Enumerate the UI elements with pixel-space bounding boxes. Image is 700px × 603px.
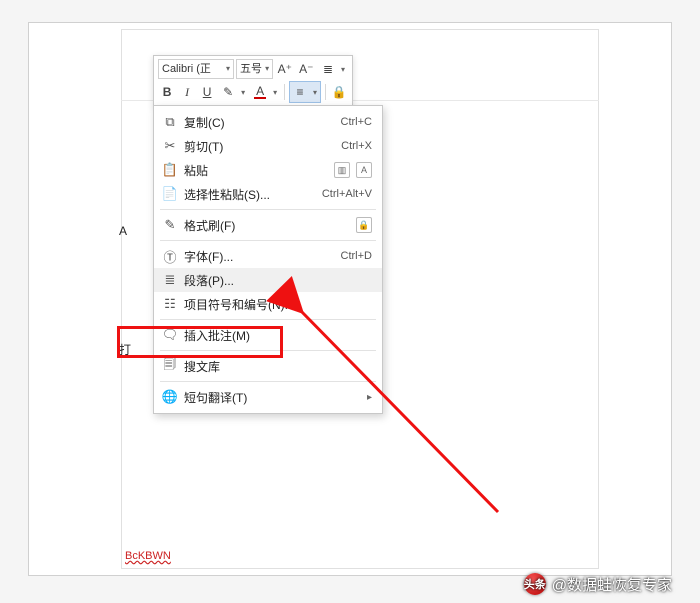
underline-button[interactable]: U [198, 82, 216, 102]
menu-search-library[interactable]: 🗐 搜文库 [154, 354, 382, 378]
decrease-font-button[interactable]: A⁻ [297, 59, 316, 79]
app-frame: BcKBWN Calibri (正 ▾ 五号 ▾ A⁺ A⁻ ≣ ▾ B I U [28, 22, 672, 576]
chevron-down-icon: ▾ [270, 82, 280, 102]
menu-paragraph[interactable]: ≣ 段落(P)... [154, 268, 382, 292]
font-color-dropdown[interactable]: A ▾ [250, 82, 280, 102]
increase-font-button[interactable]: A⁺ [275, 59, 294, 79]
margin-glyph: A [119, 224, 127, 238]
paragraph-icon: ≣ [160, 270, 180, 290]
margin-glyph: 打 [119, 341, 131, 358]
mini-toolbar: Calibri (正 ▾ 五号 ▾ A⁺ A⁻ ≣ ▾ B I U ✎ ▾ A [153, 55, 353, 107]
credit-text: @数据蛙恢复专家 [552, 574, 672, 595]
paste-special-icon: 📄 [160, 184, 180, 204]
font-name-dropdown[interactable]: Calibri (正 ▾ [158, 59, 234, 79]
menu-paste-special[interactable]: 📄 选择性粘贴(S)... Ctrl+Alt+V [154, 182, 382, 206]
menu-separator [160, 350, 376, 351]
chevron-down-icon: ▾ [265, 60, 269, 78]
bullets-dropdown[interactable]: ≣ ▾ [318, 59, 348, 79]
line-spacing-icon: ≡ [290, 82, 310, 102]
chevron-down-icon: ▾ [338, 59, 348, 79]
font-icon: Ⓣ [160, 246, 180, 266]
paste-option-icon[interactable]: ▥ [334, 162, 350, 178]
page-bottom-label: BcKBWN [122, 550, 171, 562]
cut-icon: ✂ [160, 136, 180, 156]
menu-copy[interactable]: ⧉ 复制(C) Ctrl+C [154, 110, 382, 134]
highlight-icon: ✎ [218, 82, 238, 102]
format-lock-button[interactable]: 🔒 [330, 82, 348, 102]
bold-button[interactable]: B [158, 82, 176, 102]
watermark-credit: 头条 @数据蛙恢复专家 [524, 573, 672, 595]
menu-paste[interactable]: 📋 粘贴 ▥ A [154, 158, 382, 182]
separator [325, 84, 326, 100]
submenu-arrow-icon: ▸ [361, 392, 372, 403]
font-name-value: Calibri (正 [162, 60, 211, 78]
bullets-icon: ☷ [160, 294, 180, 314]
copy-icon: ⧉ [160, 112, 180, 132]
context-menu: ⧉ 复制(C) Ctrl+C ✂ 剪切(T) Ctrl+X 📋 粘贴 ▥ A 📄… [153, 105, 383, 414]
paste-icon: 📋 [160, 160, 180, 180]
chevron-down-icon: ▾ [238, 82, 248, 102]
menu-insert-comment[interactable]: 🗨 插入批注(M) [154, 323, 382, 347]
chevron-down-icon: ▾ [310, 82, 320, 102]
menu-bullets-numbering[interactable]: ☷ 项目符号和编号(N)... [154, 292, 382, 316]
format-lock-icon[interactable]: 🔒 [356, 217, 372, 233]
font-size-value: 五号 [240, 60, 262, 78]
toutiao-logo-icon: 头条 [524, 573, 546, 595]
paste-option-text-icon[interactable]: A [356, 162, 372, 178]
menu-format-painter[interactable]: ✎ 格式刷(F) 🔒 [154, 213, 382, 237]
translate-icon: 🌐 [160, 387, 180, 407]
font-size-dropdown[interactable]: 五号 ▾ [236, 59, 273, 79]
highlight-dropdown[interactable]: ✎ ▾ [218, 82, 248, 102]
menu-separator [160, 381, 376, 382]
menu-separator [160, 209, 376, 210]
menu-translate[interactable]: 🌐 短句翻译(T) ▸ [154, 385, 382, 409]
format-painter-icon: ✎ [160, 215, 180, 235]
menu-separator [160, 240, 376, 241]
bullets-icon: ≣ [318, 59, 338, 79]
menu-font[interactable]: Ⓣ 字体(F)... Ctrl+D [154, 244, 382, 268]
search-library-icon: 🗐 [160, 356, 180, 376]
menu-cut[interactable]: ✂ 剪切(T) Ctrl+X [154, 134, 382, 158]
menu-separator [160, 319, 376, 320]
separator [284, 84, 285, 100]
chevron-down-icon: ▾ [226, 60, 230, 78]
comment-icon: 🗨 [160, 325, 180, 345]
font-color-icon: A [250, 82, 270, 102]
italic-button[interactable]: I [178, 82, 196, 102]
line-spacing-dropdown[interactable]: ≡ ▾ [289, 81, 321, 103]
